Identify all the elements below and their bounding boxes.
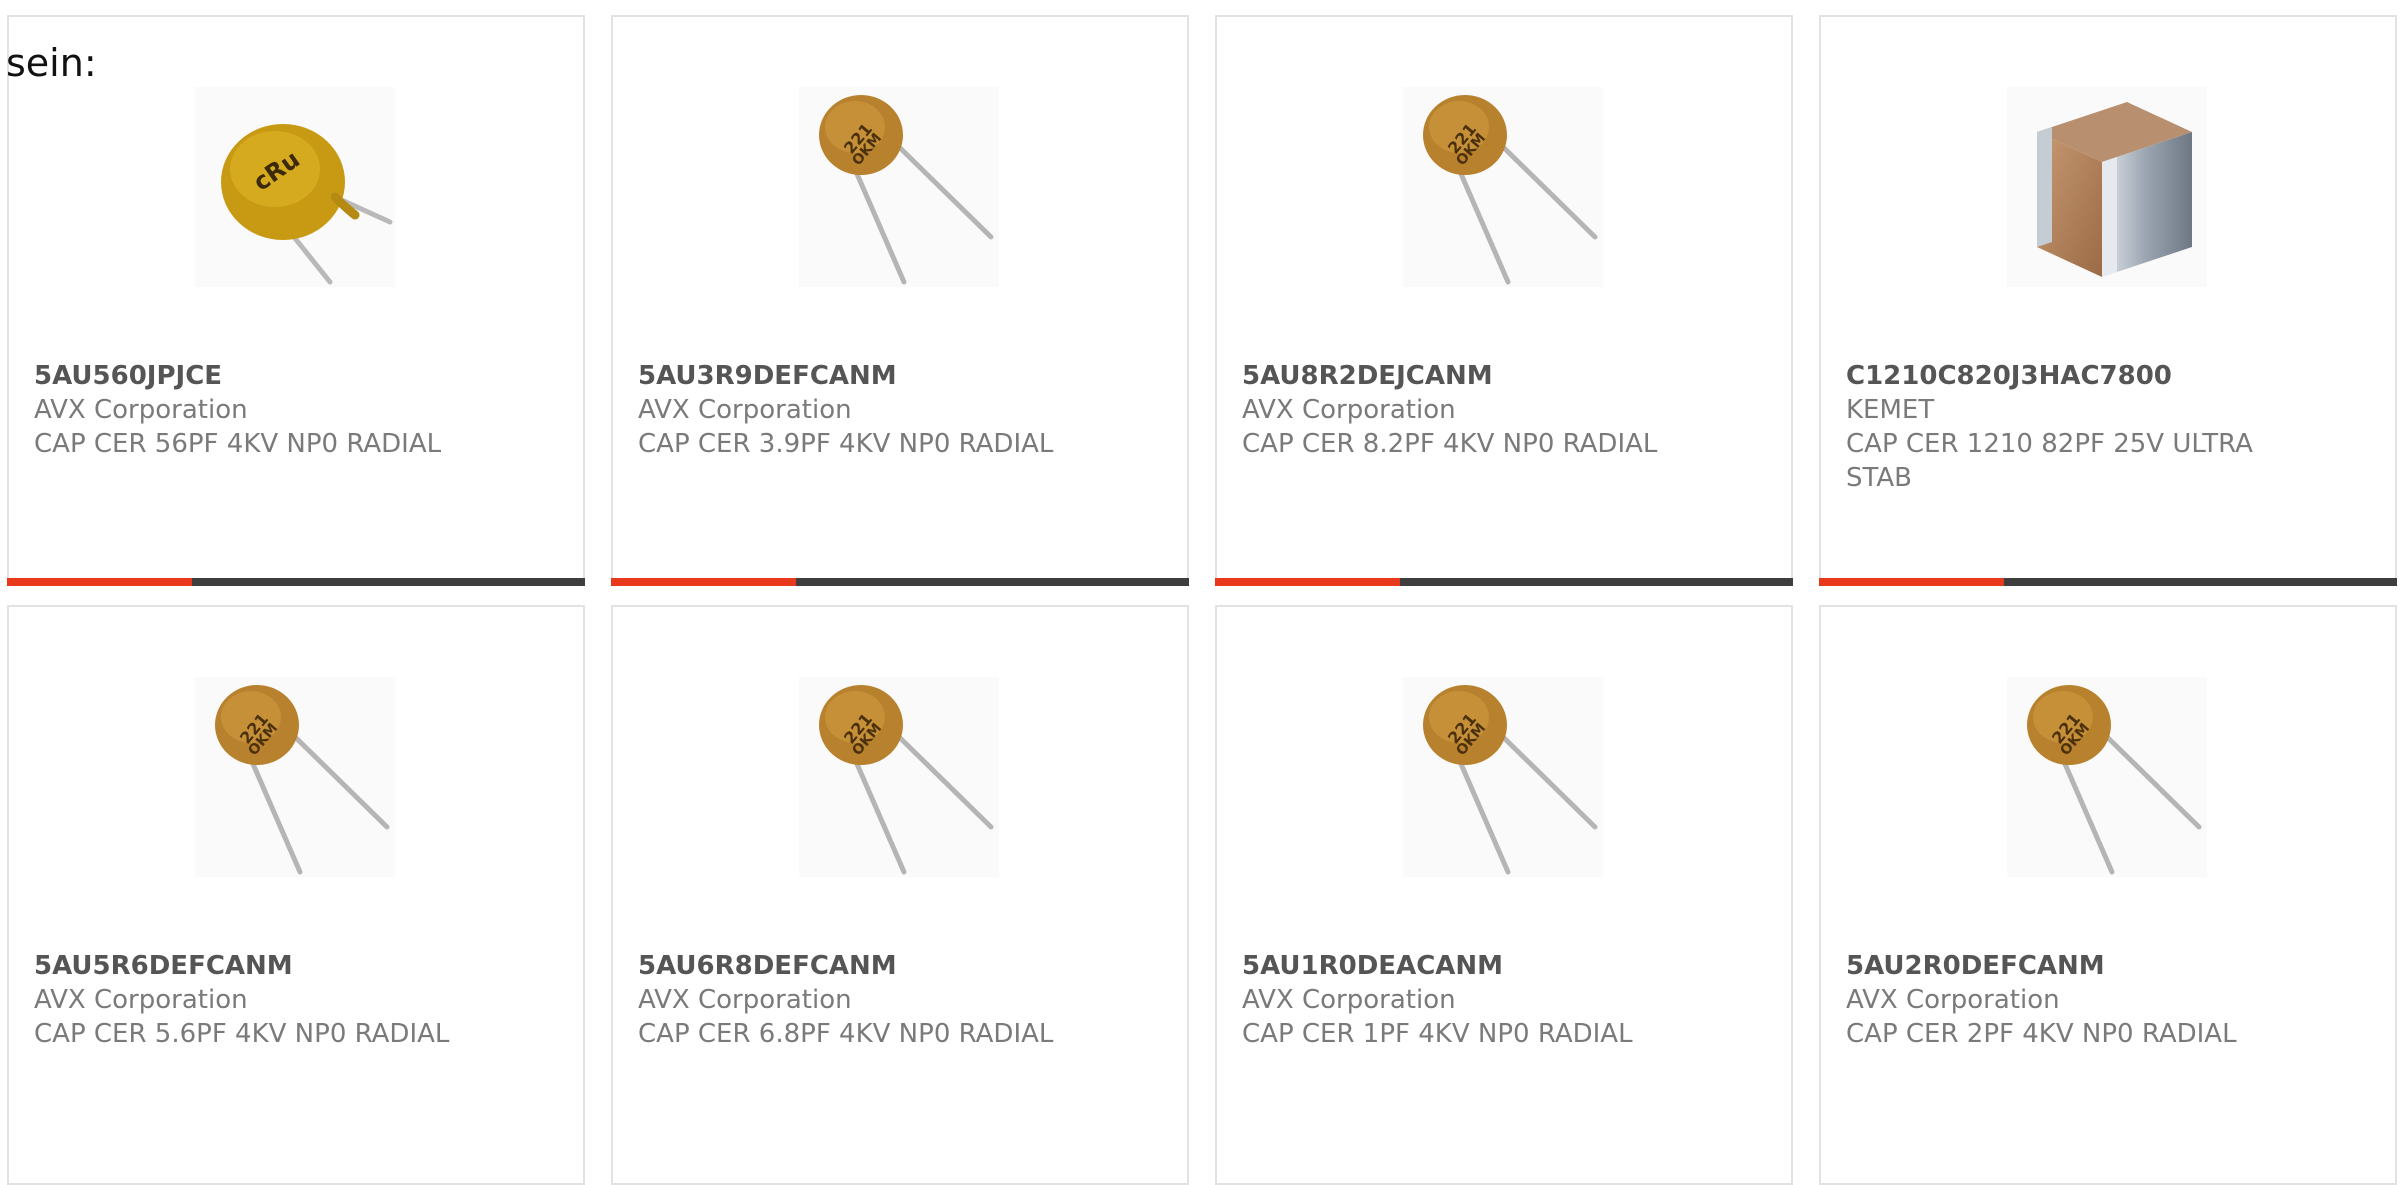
disc-capacitor-icon: 221 OKM	[1423, 95, 1598, 285]
description: CAP CER 1210 82PF 25V ULTRA STAB	[1846, 429, 2253, 493]
manufacturer: AVX Corporation	[638, 395, 852, 425]
product-image[interactable]: 221 OKM	[1403, 87, 1603, 287]
disc-capacitor-icon: 221 OKM	[819, 685, 994, 875]
description: CAP CER 56PF 4KV NP0 RADIAL	[34, 429, 442, 459]
product-image[interactable]: cRu	[195, 87, 395, 287]
manufacturer: AVX Corporation	[1846, 985, 2060, 1015]
manufacturer: AVX Corporation	[34, 395, 248, 425]
progress-bar	[7, 578, 585, 586]
product-card[interactable]: C1210C820J3HAC7800 KEMET CAP CER 1210 82…	[1819, 15, 2397, 586]
product-card[interactable]: 221 OKM 5AU8R2DEJCANM AVX Corporation CA…	[1215, 15, 1793, 586]
product-info: C1210C820J3HAC7800 KEMET CAP CER 1210 82…	[1846, 359, 2370, 495]
smd-chip-capacitor-icon	[2037, 102, 2192, 277]
part-number[interactable]: 5AU1R0DEACANM	[1242, 949, 1766, 983]
part-number[interactable]: 5AU2R0DEFCANM	[1846, 949, 2370, 983]
product-image[interactable]: 221 OKM	[1403, 677, 1603, 877]
disc-capacitor-icon: 221 OKM	[819, 95, 994, 285]
progress-bar	[1819, 578, 2397, 586]
part-number[interactable]: 5AU8R2DEJCANM	[1242, 359, 1766, 393]
product-card[interactable]: 221 OKM 5AU1R0DEACANM AVX Corporation CA…	[1215, 605, 1793, 1185]
product-info: 5AU2R0DEFCANM AVX Corporation CAP CER 2P…	[1846, 949, 2370, 1051]
description: CAP CER 2PF 4KV NP0 RADIAL	[1846, 1019, 2237, 1049]
product-card[interactable]: 221 OKM 5AU2R0DEFCANM AVX Corporation CA…	[1819, 605, 2397, 1185]
manufacturer: AVX Corporation	[1242, 985, 1456, 1015]
manufacturer: AVX Corporation	[638, 985, 852, 1015]
part-number[interactable]: 5AU3R9DEFCANM	[638, 359, 1162, 393]
progress-bar	[1215, 578, 1793, 586]
part-number[interactable]: C1210C820J3HAC7800	[1846, 359, 2370, 393]
product-info: 5AU8R2DEJCANM AVX Corporation CAP CER 8.…	[1242, 359, 1766, 461]
product-card[interactable]: cRu 5AU560JPJCE AVX Corporation CAP CER …	[7, 15, 585, 586]
product-info: 5AU5R6DEFCANM AVX Corporation CAP CER 5.…	[34, 949, 558, 1051]
product-image[interactable]	[2007, 87, 2207, 287]
disc-capacitor-icon: 221 OKM	[2027, 685, 2202, 875]
progress-bar	[611, 578, 1189, 586]
description: CAP CER 5.6PF 4KV NP0 RADIAL	[34, 1019, 450, 1049]
product-grid: cRu 5AU560JPJCE AVX Corporation CAP CER …	[0, 0, 2400, 1185]
manufacturer: AVX Corporation	[34, 985, 248, 1015]
product-image[interactable]: 221 OKM	[799, 677, 999, 877]
manufacturer: AVX Corporation	[1242, 395, 1456, 425]
progress-bar-fill	[611, 578, 796, 586]
yellow-disc-capacitor-icon: cRu	[221, 124, 393, 285]
product-card[interactable]: 221 OKM 5AU3R9DEFCANM AVX Corporation CA…	[611, 15, 1189, 586]
product-image[interactable]: 221 OKM	[195, 677, 395, 877]
product-info: 5AU1R0DEACANM AVX Corporation CAP CER 1P…	[1242, 949, 1766, 1051]
page-label: sein:	[6, 41, 97, 85]
product-image[interactable]: 221 OKM	[799, 87, 999, 287]
progress-bar-fill	[1215, 578, 1400, 586]
product-card[interactable]: 221 OKM 5AU5R6DEFCANM AVX Corporation CA…	[7, 605, 585, 1185]
description: CAP CER 8.2PF 4KV NP0 RADIAL	[1242, 429, 1658, 459]
description: CAP CER 6.8PF 4KV NP0 RADIAL	[638, 1019, 1054, 1049]
part-number[interactable]: 5AU6R8DEFCANM	[638, 949, 1162, 983]
product-image[interactable]: 221 OKM	[2007, 677, 2207, 877]
progress-bar-fill	[1819, 578, 2004, 586]
disc-capacitor-icon: 221 OKM	[1423, 685, 1598, 875]
manufacturer: KEMET	[1846, 395, 1935, 425]
description: CAP CER 3.9PF 4KV NP0 RADIAL	[638, 429, 1054, 459]
product-info: 5AU3R9DEFCANM AVX Corporation CAP CER 3.…	[638, 359, 1162, 461]
product-info: 5AU6R8DEFCANM AVX Corporation CAP CER 6.…	[638, 949, 1162, 1051]
part-number[interactable]: 5AU5R6DEFCANM	[34, 949, 558, 983]
disc-capacitor-icon: 221 OKM	[215, 685, 390, 875]
product-info: 5AU560JPJCE AVX Corporation CAP CER 56PF…	[34, 359, 558, 461]
progress-bar-fill	[7, 578, 192, 586]
part-number[interactable]: 5AU560JPJCE	[34, 359, 558, 393]
product-card[interactable]: 221 OKM 5AU6R8DEFCANM AVX Corporation CA…	[611, 605, 1189, 1185]
description: CAP CER 1PF 4KV NP0 RADIAL	[1242, 1019, 1633, 1049]
